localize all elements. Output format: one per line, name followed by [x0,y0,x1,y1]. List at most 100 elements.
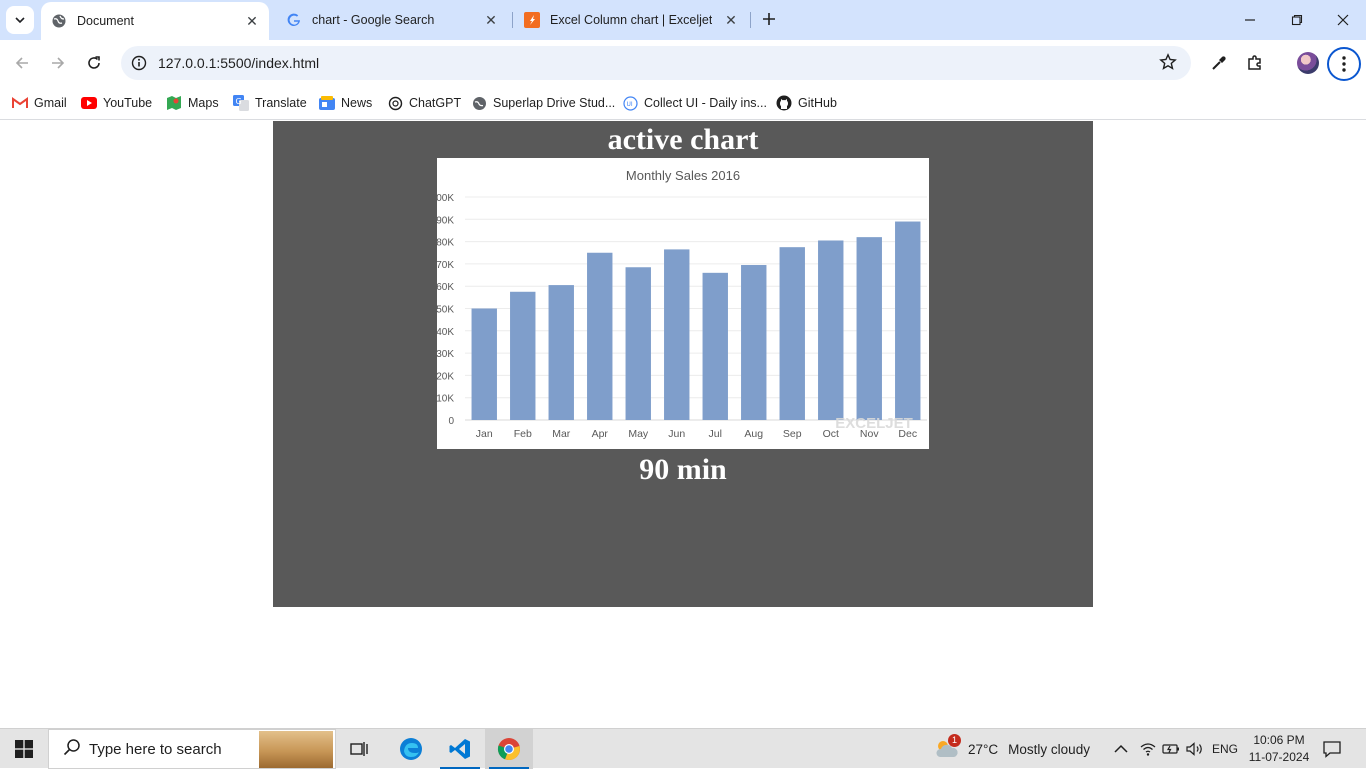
browser-toolbar: 127.0.0.1:5500/index.html [0,40,1366,86]
bookmark-label: Superlap Drive Stud... [493,96,616,110]
translate-icon: G [233,95,249,111]
google-icon [286,12,302,28]
taskbar-clock[interactable]: 10:06 PM 11-07-2024 [1244,732,1314,766]
tab-google-search[interactable]: chart - Google Search ✕ [276,0,508,40]
bookmark-chatgpt[interactable]: ChatGPT [387,92,461,114]
x-tick-label: Feb [514,428,532,440]
y-tick-label: 00K [437,193,454,204]
taskbar-search-box[interactable]: Type here to search [48,729,336,769]
chart-bar-dec [895,221,921,420]
minimize-icon [1245,19,1255,21]
globe-icon [51,13,67,29]
y-tick-label: 90K [437,215,454,226]
reload-button[interactable] [81,50,107,76]
plus-icon [763,13,775,25]
chart-panel: active chart Monthly Sales 2016 0 10K 20K 3… [273,121,1093,607]
exceljet-watermark: EXCELJET [835,415,913,432]
bookmark-label: Collect UI - Daily ins... [644,96,767,110]
tab-exceljet[interactable]: Excel Column chart | Exceljet ✕ [514,0,748,40]
tab-separator [512,12,513,28]
bookmark-maps[interactable]: Maps [166,92,219,114]
bookmark-label: Gmail [34,96,67,110]
tab-search-button[interactable] [6,6,34,34]
new-tab-button[interactable] [758,8,780,30]
site-info-icon[interactable] [129,53,149,73]
search-highlight-image [259,731,333,768]
bookmark-gmail[interactable]: Gmail [12,92,67,114]
battery-tray-icon[interactable] [1162,729,1180,769]
chart-bar-feb [510,291,536,420]
collect-ui-icon: UI [622,95,638,111]
tab-title: Excel Column chart | Exceljet [550,13,713,27]
forward-button[interactable] [45,50,71,76]
task-view-button[interactable] [336,729,384,769]
cloudy-weather-icon: 1 [934,734,961,762]
speaker-icon [1186,742,1202,756]
profile-avatar[interactable] [1297,52,1319,74]
close-icon[interactable]: ✕ [722,11,740,29]
y-tick-label: 10K [437,394,454,405]
close-icon[interactable]: ✕ [482,11,500,29]
taskbar-edge[interactable] [387,729,435,769]
bookmark-github[interactable]: GitHub [776,92,837,114]
windows-logo-icon [15,740,33,758]
reload-icon [88,56,100,69]
extensions-puzzle-icon[interactable] [1243,51,1267,75]
clock-time: 10:06 PM [1253,733,1305,747]
chart-bar-jan [471,308,497,420]
tab-separator [750,12,751,28]
minimize-button[interactable] [1238,8,1262,32]
taskbar-chrome[interactable] [485,729,533,769]
chart-bar-apr [587,252,613,420]
address-bar[interactable]: 127.0.0.1:5500/index.html [121,46,1191,80]
search-icon [63,738,81,761]
bookmark-label: News [341,96,373,110]
x-tick-label: May [628,428,649,440]
bookmark-youtube[interactable]: YouTube [81,92,152,114]
svg-text:G: G [236,97,242,106]
svg-text:UI: UI [626,101,632,108]
bookmark-collect-ui[interactable]: UI Collect UI - Daily ins... [622,92,767,114]
notification-center-button[interactable] [1322,739,1342,759]
browser-menu-button[interactable] [1327,47,1361,81]
search-placeholder: Type here to search [89,740,222,758]
restore-button[interactable] [1285,8,1309,32]
network-tray-icon[interactable] [1140,729,1156,769]
close-window-button[interactable] [1331,8,1355,32]
tab-document[interactable]: Document ✕ [41,2,269,40]
exceljet-icon [524,12,540,28]
input-language[interactable]: ENG [1212,729,1238,769]
bookmark-news[interactable]: News [319,92,372,114]
tab-title: chart - Google Search [312,13,435,27]
bookmarks-bar: Gmail YouTube Maps G Translate News Chat… [0,86,1366,120]
x-tick-label: Mar [552,428,571,440]
taskbar-vscode[interactable] [436,729,484,769]
bookmark-label: GitHub [798,96,837,110]
bookmark-label: Translate [255,96,307,110]
show-hidden-icons-button[interactable] [1114,729,1128,769]
close-icon [1337,14,1349,26]
vscode-icon [449,739,470,759]
back-button[interactable] [9,50,35,76]
x-tick-label: Aug [744,428,763,440]
chart-bar-aug [741,265,767,420]
volume-tray-icon[interactable] [1186,729,1204,769]
bookmark-superlap[interactable]: Superlap Drive Stud... [471,92,615,114]
youtube-icon [81,95,97,111]
close-icon[interactable]: ✕ [243,12,261,30]
battery-charging-icon [1162,744,1179,754]
clock-date: 11-07-2024 [1248,750,1310,764]
arrow-left-icon [15,57,28,69]
bookmark-translate[interactable]: G Translate [233,92,307,114]
chart-bar-may [625,267,651,420]
bookmark-star-icon[interactable] [1159,53,1177,76]
start-button[interactable] [0,729,48,769]
y-tick-label: 50K [437,305,454,316]
chart-bars [471,221,921,420]
x-tick-label: Apr [592,428,609,440]
address-text[interactable]: 127.0.0.1:5500/index.html [158,55,319,71]
weather-widget[interactable]: 1 27°C Mostly cloudy [934,729,1090,769]
kebab-menu-icon [1342,56,1346,72]
duration-text: 90 min [639,453,727,486]
eyedropper-extension-icon[interactable] [1207,51,1231,75]
